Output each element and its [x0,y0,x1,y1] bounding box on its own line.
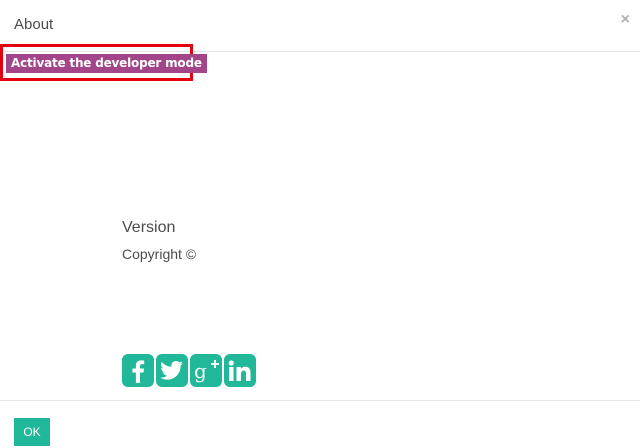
dialog-title: About [14,16,54,33]
google-plus-icon[interactable]: g [190,354,222,387]
svg-text:g: g [194,359,207,383]
linkedin-icon[interactable] [224,354,256,387]
about-dialog: About × Activate the developer mode Vers… [0,0,640,448]
twitter-icon[interactable] [156,354,188,387]
ok-button[interactable]: OK [14,418,50,446]
developer-mode-highlight: Activate the developer mode [0,44,207,81]
version-label: Version [122,219,176,236]
social-links: g [122,354,256,387]
close-icon[interactable]: × [621,12,630,28]
copyright-label: Copyright © [122,246,197,262]
facebook-icon[interactable] [122,354,154,387]
activate-developer-mode-button[interactable]: Activate the developer mode [6,54,207,73]
dialog-footer: OK [0,400,640,448]
